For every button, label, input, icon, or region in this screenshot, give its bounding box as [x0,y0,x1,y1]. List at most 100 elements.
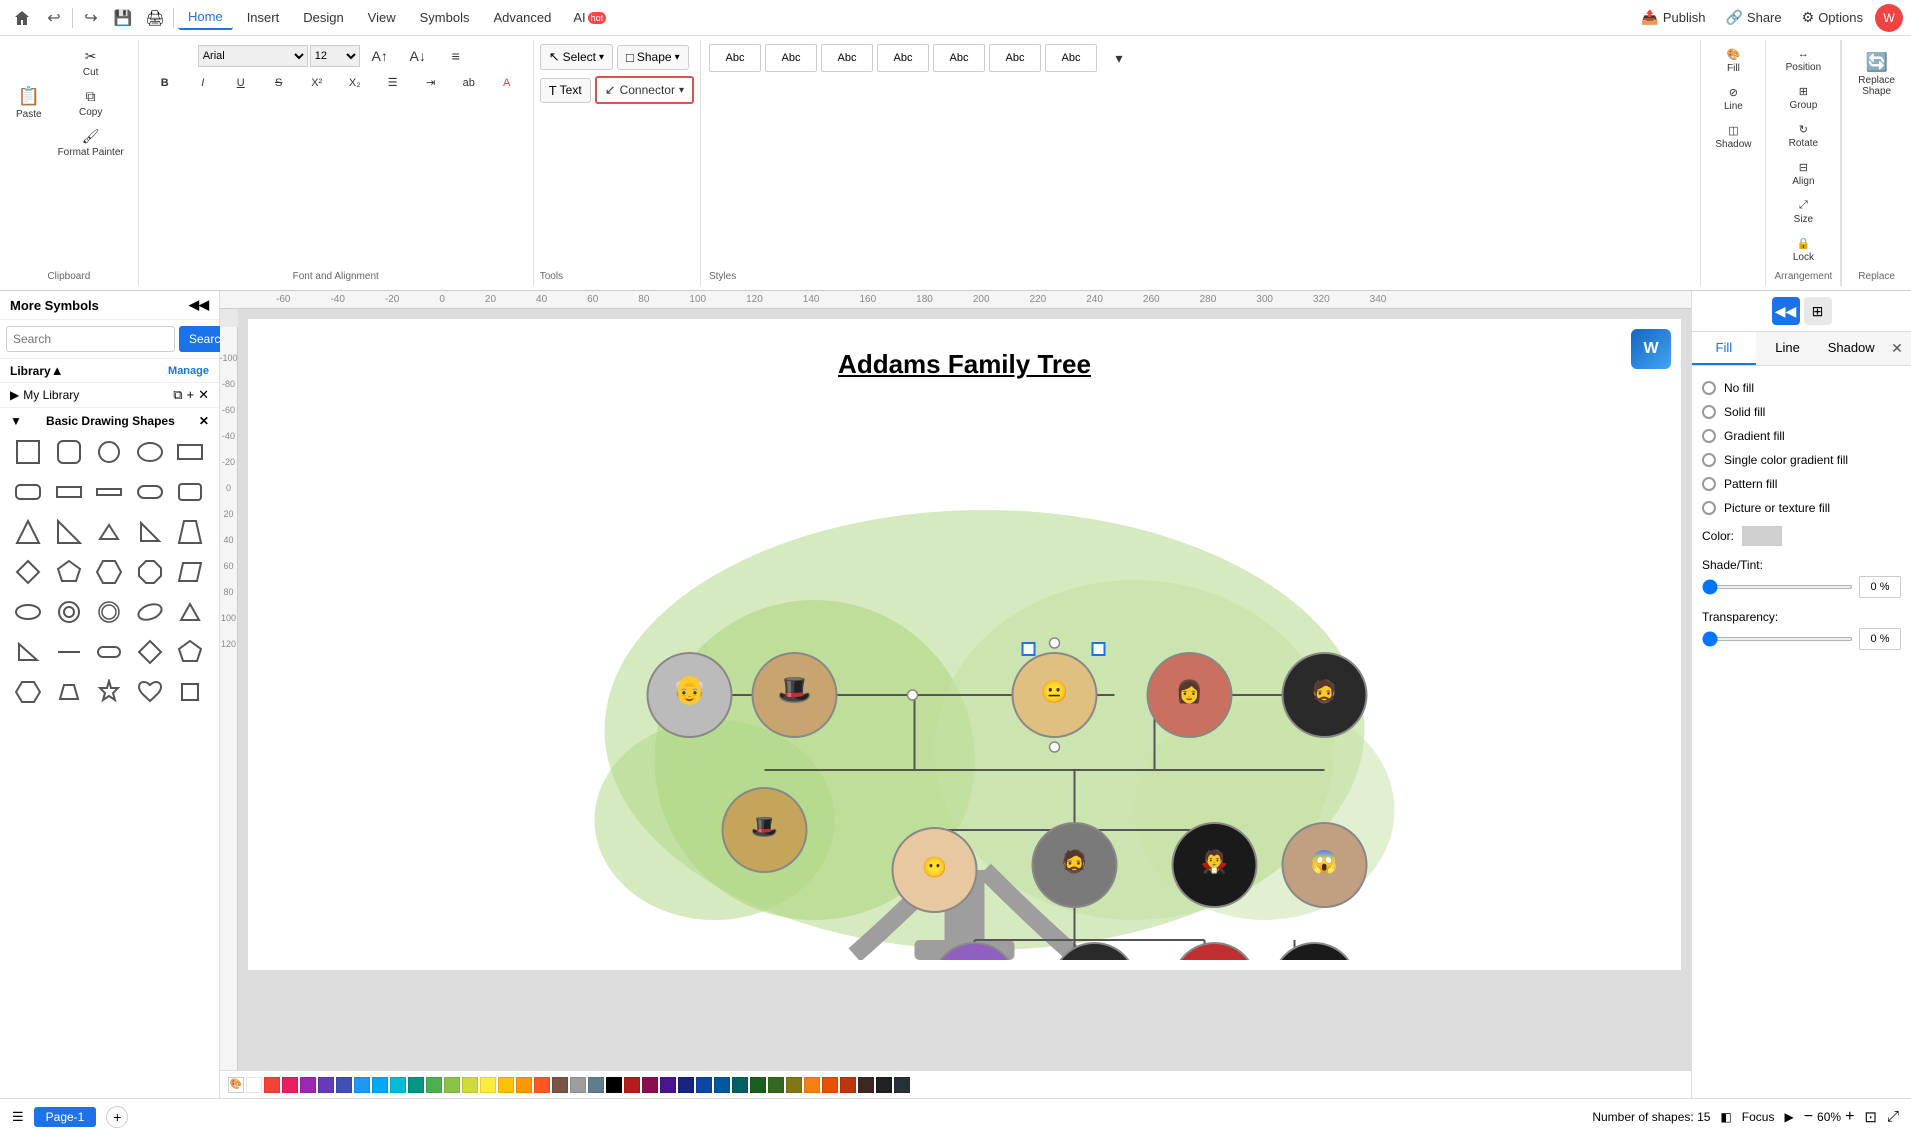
shape-diamond2[interactable] [132,634,168,670]
rotate-btn[interactable]: ↻Rotate [1783,119,1824,153]
menu-item-view[interactable]: View [358,6,406,29]
style-btn-3[interactable]: Abc [821,44,873,72]
shape-oval[interactable] [10,594,46,630]
menu-item-design[interactable]: Design [293,6,353,29]
shape-hexagon2[interactable] [10,674,46,710]
fit-btn[interactable]: ⊡ [1864,1108,1877,1126]
text-btn[interactable]: T Text [540,78,591,103]
shape-rounded-rect2[interactable] [172,474,208,510]
menu-item-insert[interactable]: Insert [237,6,290,29]
menu-item-symbols[interactable]: Symbols [410,6,480,29]
fill-tab[interactable]: Fill [1692,332,1756,365]
group-btn[interactable]: ⊞Group [1783,81,1823,115]
color-blue[interactable] [354,1077,370,1093]
shade-tint-slider[interactable] [1702,585,1853,589]
page-1-tab[interactable]: Page-1 [34,1107,97,1127]
shape-thin-ring[interactable] [91,594,127,630]
color-d8[interactable] [750,1077,766,1093]
connector-btn[interactable]: ↙ Connector ▾ [595,76,694,104]
shape-wide-rect[interactable] [51,474,87,510]
shadow-tab[interactable]: Shadow [1819,332,1883,365]
manage-link[interactable]: Manage [168,365,209,377]
style-btn-7[interactable]: Abc [1045,44,1097,72]
style-btn-6[interactable]: Abc [989,44,1041,72]
shape-right-triangle[interactable] [51,514,87,550]
shape-small-tri2[interactable] [10,634,46,670]
color-lblue[interactable] [372,1077,388,1093]
color-d5[interactable] [696,1077,712,1093]
shape-circle[interactable] [91,434,127,470]
fill-picture[interactable]: Picture or texture fill [1702,496,1901,520]
fill-pattern[interactable]: Pattern fill [1702,472,1901,496]
subscript-btn[interactable]: X₂ [337,73,373,93]
select-btn[interactable]: ↖ Select ▾ [540,44,613,70]
color-orange[interactable] [516,1077,532,1093]
color-d9[interactable] [768,1077,784,1093]
shape-parallelogram[interactable] [172,554,208,590]
shape-octagon[interactable] [132,554,168,590]
transparency-input[interactable]: 0 % [1859,628,1901,650]
color-d14[interactable] [858,1077,874,1093]
canvas-scroll[interactable]: W Addams Family Tree [238,309,1691,1070]
style-btn-5[interactable]: Abc [933,44,985,72]
font-color-btn[interactable]: A [489,73,525,93]
bold-btn[interactable]: B [147,73,183,93]
search-input[interactable] [6,326,175,352]
size-btn[interactable]: ⤢Size [1785,195,1821,229]
menu-item-home[interactable]: Home [178,5,233,30]
copy-btn[interactable]: ⧉Copy [52,84,130,122]
shape-rect-small[interactable] [172,674,208,710]
color-amber[interactable] [498,1077,514,1093]
home-icon[interactable] [8,4,36,32]
color-d12[interactable] [822,1077,838,1093]
panel-expand-btn[interactable]: ◀◀ [1772,297,1800,325]
style-btn-2[interactable]: Abc [765,44,817,72]
redo-btn[interactable]: ↪ [77,4,105,32]
decrease-font-btn[interactable]: A↓ [400,44,436,68]
cut-btn[interactable]: ✂Cut [52,44,130,82]
panel-close-btn[interactable]: ✕ [1883,332,1911,365]
fullscreen-btn[interactable]: ⤢ [1887,1108,1899,1125]
menu-item-advanced[interactable]: Advanced [483,6,561,29]
play-btn[interactable]: ▶ [1784,1110,1793,1124]
page-indicator[interactable]: ☰ [12,1109,24,1125]
save-btn[interactable]: 💾 [109,4,137,32]
style-btn-4[interactable]: Abc [877,44,929,72]
panel-prop-btn[interactable]: ⊞ [1804,297,1832,325]
color-lgreen[interactable] [444,1077,460,1093]
color-d13[interactable] [840,1077,856,1093]
color-indigo[interactable] [336,1077,352,1093]
color-black[interactable] [606,1077,622,1093]
color-d4[interactable] [678,1077,694,1093]
menu-item-ai[interactable]: AI hot [565,8,614,27]
shape-small-triangle[interactable] [91,514,127,550]
share-btn[interactable]: 🔗 Share [1717,5,1789,30]
my-library-add-btn[interactable]: + [187,387,195,403]
font-size-select[interactable]: 12 [310,45,360,67]
color-teal[interactable] [408,1077,424,1093]
italic-btn[interactable]: I [185,73,221,93]
fill-solid[interactable]: Solid fill [1702,400,1901,424]
paste-btn[interactable]: 📋 Paste [8,73,50,133]
color-d2[interactable] [642,1077,658,1093]
shape-trapezoid-t[interactable] [172,514,208,550]
options-btn[interactable]: ⚙ Options [1794,5,1871,30]
font-family-select[interactable]: Arial [198,45,308,67]
color-bgray[interactable] [588,1077,604,1093]
shape-pentagon2[interactable] [172,634,208,670]
shape-small-right-tri[interactable] [132,514,168,550]
focus-label[interactable]: Focus [1742,1110,1775,1124]
shape-small-tri[interactable] [172,594,208,630]
fill-btn[interactable]: 🎨Fill [1715,44,1751,78]
line-btn[interactable]: ⊘Line [1715,82,1751,116]
color-d1[interactable] [624,1077,640,1093]
color-dorange[interactable] [534,1077,550,1093]
list-btn[interactable]: ☰ [375,72,411,93]
line-tab[interactable]: Line [1756,332,1820,365]
color-red2[interactable] [282,1077,298,1093]
my-library-close-btn[interactable]: ✕ [198,387,209,403]
fill-gradient[interactable]: Gradient fill [1702,424,1901,448]
format-painter-btn[interactable]: 🖌Format Painter [52,124,130,162]
underline-btn[interactable]: U [223,73,259,93]
position-btn[interactable]: ↔Position [1780,44,1828,77]
